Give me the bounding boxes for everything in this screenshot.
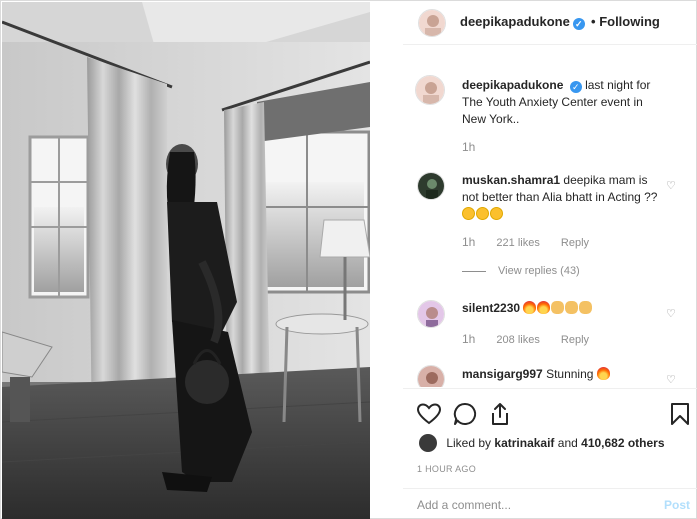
laughing-emoji-icon: [490, 207, 503, 220]
comment-like-icon[interactable]: ♡: [666, 179, 676, 192]
header-username[interactable]: deepikapadukone: [460, 14, 570, 29]
comment-input[interactable]: [417, 498, 647, 512]
comments-list[interactable]: deepikapadukone ✓ last night for The You…: [403, 55, 697, 387]
comment-time[interactable]: 1h: [462, 235, 475, 249]
post-header: deepikapadukone ✓ • Following: [403, 1, 697, 45]
post-button[interactable]: Post: [664, 498, 690, 512]
comment-1: muskan.shamra1 deepika mam is not better…: [462, 172, 662, 223]
clapping-emoji-icon: [579, 301, 593, 314]
photo-image: [2, 2, 370, 519]
header-username-row: deepikapadukone ✓: [460, 14, 585, 30]
comment-box: Post: [403, 488, 697, 519]
post-card: deepikapadukone ✓ • Following deepikapadu…: [0, 0, 697, 519]
post-photo[interactable]: [2, 2, 370, 519]
clapping-emoji-icon: [551, 301, 565, 314]
comment-avatar[interactable]: [417, 172, 445, 200]
follow-status: • Following: [591, 14, 660, 29]
following-button[interactable]: Following: [599, 14, 660, 29]
liked-prefix: Liked by: [446, 436, 492, 450]
reply-button[interactable]: Reply: [561, 334, 589, 346]
verified-icon: ✓: [569, 81, 582, 93]
comment-username[interactable]: silent2230: [462, 301, 520, 315]
comment-meta: 1h 208 likes Reply: [462, 332, 607, 346]
action-bar: Liked by katrinakaif and 410,682 others …: [403, 388, 697, 488]
liker-avatar[interactable]: [419, 434, 437, 452]
clapping-emoji-icon: [565, 301, 579, 314]
verified-icon: ✓: [572, 18, 585, 30]
share-icon[interactable]: [487, 401, 513, 427]
fire-emoji-icon: [596, 367, 610, 380]
post-timestamp[interactable]: 1 HOUR AGO: [417, 464, 476, 474]
comment-avatar[interactable]: [417, 365, 445, 387]
comment-text: Stunning: [546, 367, 594, 381]
comment-icon[interactable]: [452, 401, 478, 427]
laughing-emoji-icon: [462, 207, 475, 220]
comment-username[interactable]: muskan.shamra1: [462, 173, 560, 187]
caption-time[interactable]: 1h: [462, 140, 475, 154]
fire-emoji-icon: [523, 301, 537, 314]
liked-count[interactable]: 410,682 others: [581, 436, 664, 450]
bookmark-icon[interactable]: [667, 401, 693, 427]
comment-like-icon[interactable]: ♡: [666, 307, 676, 320]
liked-by: Liked by katrinakaif and 410,682 others: [419, 434, 665, 452]
separator-dot: •: [591, 14, 596, 29]
caption-avatar[interactable]: [415, 75, 445, 105]
laughing-emoji-icon: [476, 207, 489, 220]
comment-2: silent2230: [462, 300, 662, 317]
reply-button[interactable]: Reply: [561, 237, 589, 249]
view-replies[interactable]: View replies (43): [462, 265, 580, 277]
comment-meta: 1h 221 likes Reply: [462, 235, 607, 249]
post-panel: deepikapadukone ✓ • Following deepikapadu…: [403, 1, 697, 519]
heart-icon[interactable]: [416, 401, 442, 427]
header-avatar[interactable]: [418, 9, 446, 37]
caption-username[interactable]: deepikapadukone: [462, 78, 563, 92]
caption: deepikapadukone ✓ last night for The You…: [462, 77, 662, 128]
comment-time[interactable]: 1h: [462, 332, 475, 346]
comment-likes[interactable]: 221 likes: [496, 237, 539, 249]
comment-avatar[interactable]: [417, 300, 445, 328]
comment-username[interactable]: mansigarg997: [462, 367, 543, 381]
liked-user[interactable]: katrinakaif: [494, 436, 554, 450]
fire-emoji-icon: [537, 301, 551, 314]
comment-like-icon[interactable]: ♡: [666, 373, 676, 386]
comment-3: mansigarg997 Stunning: [462, 366, 662, 383]
liked-and: and: [557, 436, 578, 450]
comment-likes[interactable]: 208 likes: [496, 334, 539, 346]
replies-line: [462, 270, 486, 272]
view-replies-label[interactable]: View replies (43): [498, 265, 580, 277]
